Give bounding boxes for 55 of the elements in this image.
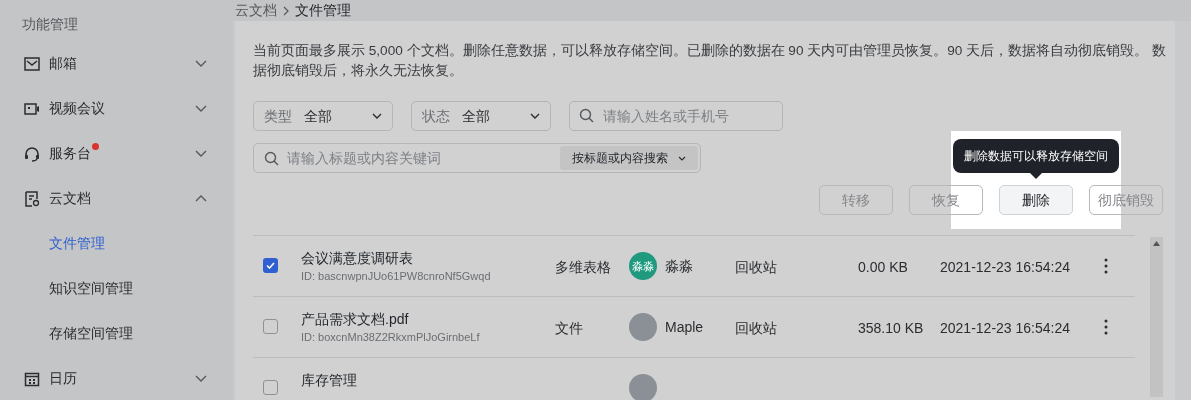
checkmark-icon [266,262,275,269]
sidebar-title: 功能管理 [22,15,78,34]
action-button[interactable]: 删除 [999,185,1073,215]
chevron-down-icon [530,113,540,119]
calendar-icon [24,370,40,387]
sidebar-item[interactable]: 视频会议 [0,86,233,131]
checkbox[interactable] [263,258,278,273]
file-id: ID: boxcnMn38Z2RkxmPlJoGirnbeLf [301,330,480,345]
sidebar-item[interactable]: 云文档 [0,176,233,221]
table-cell: 2021-12-23 16:54:24 [940,259,1070,275]
owner-name: 淼淼 [665,256,693,276]
owner-name: Maple [665,317,704,337]
avatar: 淼淼 [629,252,657,280]
more-icon[interactable] [1104,319,1108,335]
file-name[interactable]: 会议满意度调研表 [301,248,413,268]
notice-text: 当前页面最多展示 5,000 个文档。删除任意数据，可以释放存储空间。已删除的数据在 90 天内可由管理员恢复。90 天后，数据将自动彻底销毁。 数据彻底销毁后，将永久无法恢复。 [253,42,1167,80]
breadcrumb-item: 文件管理 [295,1,351,20]
photo-placeholder [629,313,657,341]
chevron-down-icon [372,113,382,119]
file-name[interactable]: 产品需求文档.pdf [301,309,409,329]
file-id: ID: bascnwpnJUo61PW8cnroNf5Gwqd [301,269,491,284]
table-cell: 文件 [555,320,583,336]
scrollbar[interactable] [1150,237,1163,397]
mail-icon [24,55,40,72]
sidebar-item[interactable]: 邮箱 [0,41,233,86]
search-icon [579,108,594,123]
table-cell: 2021-12-23 16:54:24 [940,320,1070,336]
table-cell: 358.10 KB [858,320,924,336]
search-field[interactable]: 请输入标题或内容关键词 按标题或内容搜索 [253,143,701,173]
table-cell: 回收站 [735,259,777,275]
table-cell: 多维表格 [555,259,611,275]
video-camera-icon [24,100,40,117]
checkbox[interactable] [263,380,278,395]
more-icon[interactable] [1104,258,1108,274]
checkbox[interactable] [263,319,278,334]
sidebar-item[interactable]: 日历 [0,356,233,400]
sidebar-item[interactable]: 服务台 [0,131,233,176]
file-name[interactable]: 库存管理 [301,370,357,390]
filter-dropdown[interactable]: 类型 全部 [253,101,393,131]
sidebar-subitem[interactable]: 存储空间管理 [0,311,233,356]
search-mode-dropdown[interactable]: 按标题或内容搜索 [560,146,698,170]
chevron-right-icon [283,5,289,16]
photo-placeholder [629,374,657,400]
filter-dropdown[interactable]: 状态 全部 [411,101,551,131]
sidebar-subitem[interactable]: 知识空间管理 [0,266,233,311]
chevron-down-icon [678,155,686,161]
tooltip: 删除数据可以释放存储空间 [953,139,1119,179]
search-icon [264,150,279,166]
scroll-up-icon[interactable] [1153,241,1160,246]
headset-icon [24,145,40,162]
table-cell: 回收站 [735,320,777,336]
document-icon [24,190,40,207]
search-field[interactable]: 请输入姓名或手机号 [569,101,783,131]
table-cell: 0.00 KB [858,259,908,275]
breadcrumb-item[interactable]: 云文档 [235,0,277,21]
